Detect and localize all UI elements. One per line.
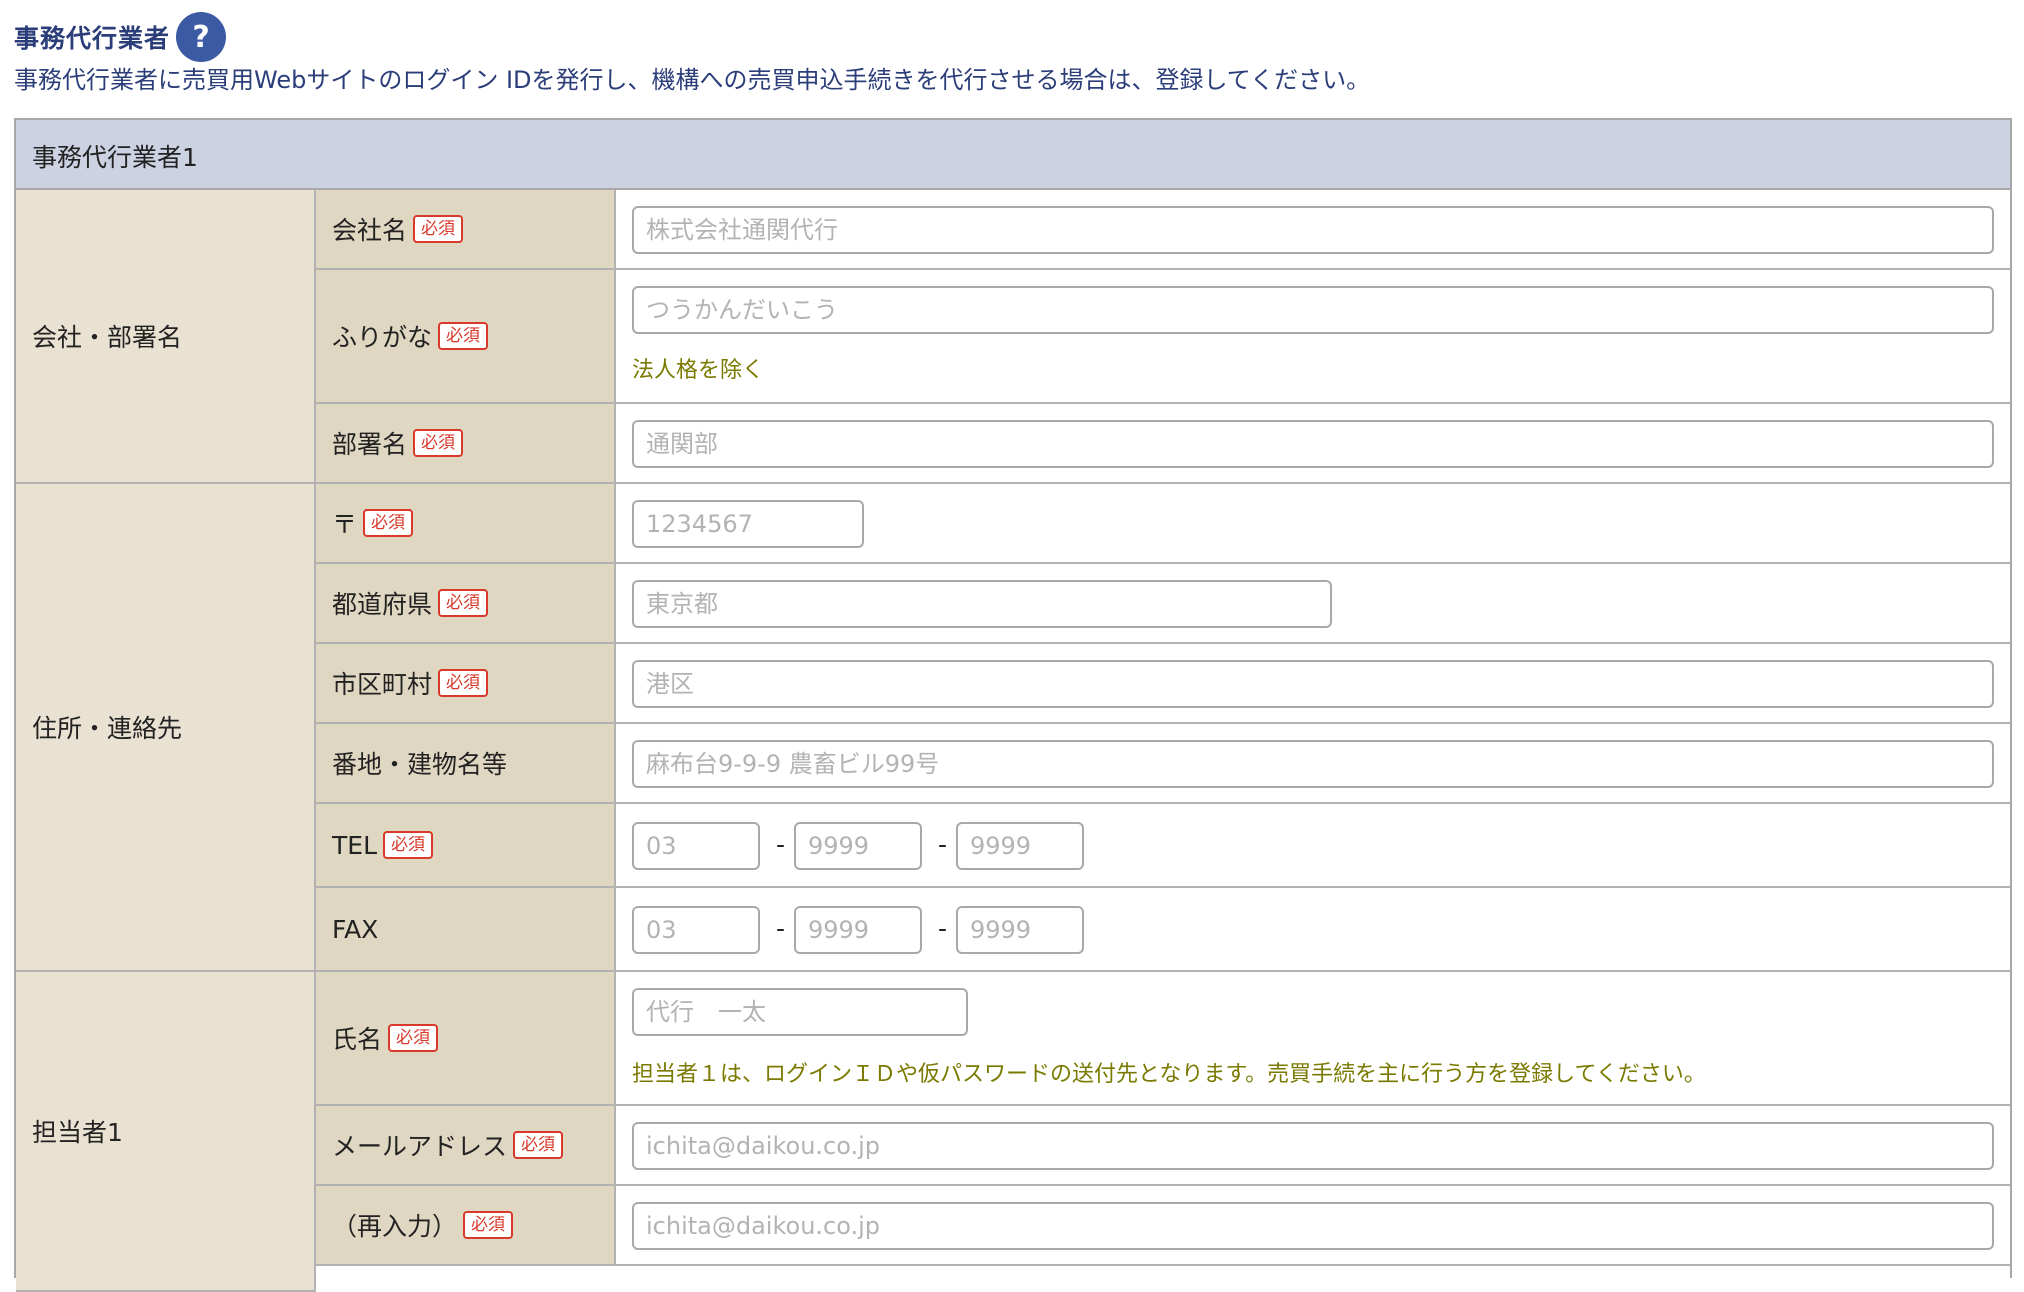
group-person-label: 担当者1 bbox=[32, 1118, 123, 1147]
tel-number-input[interactable] bbox=[956, 822, 1084, 870]
company-name-input[interactable] bbox=[632, 206, 1994, 254]
tel-separator: - bbox=[776, 830, 786, 859]
cell-prefecture bbox=[616, 564, 2010, 644]
cell-name: 担当者１は、ログインＩＤや仮パスワードの送付先となります。売買手続を主に行う方を… bbox=[616, 972, 2010, 1106]
fax-separator: - bbox=[776, 914, 786, 943]
furigana-input[interactable] bbox=[632, 286, 1994, 334]
fax-exchange-input[interactable] bbox=[794, 906, 922, 954]
label-text: メールアドレス bbox=[332, 1132, 508, 1161]
person-name-note: 担当者１は、ログインＩＤや仮パスワードの送付先となります。売買手続を主に行う方を… bbox=[632, 1062, 1706, 1087]
required-badge: 必須 bbox=[438, 322, 489, 350]
group-company: 会社・部署名 bbox=[16, 190, 316, 484]
cell-email-confirm bbox=[616, 1186, 2010, 1266]
label-name: 氏名 必須 bbox=[316, 972, 616, 1106]
group-person: 担当者1 bbox=[16, 972, 316, 1292]
label-text: 部署名 bbox=[332, 430, 408, 459]
cell-tel: - - bbox=[616, 804, 2010, 888]
tel-area-input[interactable] bbox=[632, 822, 760, 870]
required-badge: 必須 bbox=[438, 589, 489, 617]
label-text: TEL bbox=[332, 830, 377, 860]
label-text: 番地・建物名等 bbox=[332, 750, 508, 779]
required-badge: 必須 bbox=[413, 215, 464, 243]
form-header: 事務代行業者1 bbox=[16, 120, 2010, 190]
department-input[interactable] bbox=[632, 420, 1994, 468]
label-text: ふりがな bbox=[332, 323, 433, 352]
required-badge: 必須 bbox=[388, 1024, 439, 1052]
cell-email bbox=[616, 1106, 2010, 1186]
label-city: 市区町村 必須 bbox=[316, 644, 616, 724]
label-text: 〒 bbox=[332, 510, 358, 539]
label-text: 都道府県 bbox=[332, 590, 433, 619]
fax-area-input[interactable] bbox=[632, 906, 760, 954]
cell-company-name bbox=[616, 190, 2010, 270]
cell-department bbox=[616, 404, 2010, 484]
person-name-input[interactable] bbox=[632, 988, 968, 1036]
group-address-label: 住所・連絡先 bbox=[32, 714, 183, 743]
label-text: （再入力） bbox=[332, 1212, 458, 1241]
label-email-confirm: （再入力） 必須 bbox=[316, 1186, 616, 1266]
tel-separator: - bbox=[938, 830, 948, 859]
label-text: 会社名 bbox=[332, 216, 408, 245]
section-header: 事務代行業者 ? bbox=[14, 12, 227, 62]
required-badge: 必須 bbox=[383, 831, 433, 859]
section-description: 事務代行業者に売買用Webサイトのログイン IDを発行し、機構への売買申込手続き… bbox=[14, 66, 1371, 94]
required-badge: 必須 bbox=[363, 509, 414, 537]
label-street: 番地・建物名等 bbox=[316, 724, 616, 804]
required-badge: 必須 bbox=[513, 1131, 564, 1159]
cell-postal bbox=[616, 484, 2010, 564]
group-address: 住所・連絡先 bbox=[16, 484, 316, 972]
label-text: FAX bbox=[332, 914, 379, 944]
email-confirm-input[interactable] bbox=[632, 1202, 1994, 1250]
fax-number-input[interactable] bbox=[956, 906, 1084, 954]
label-postal: 〒必須 bbox=[316, 484, 616, 564]
help-icon[interactable]: ? bbox=[176, 12, 227, 62]
form-header-title: 事務代行業者1 bbox=[32, 143, 198, 172]
required-badge: 必須 bbox=[413, 429, 464, 457]
label-fax: FAX bbox=[316, 888, 616, 972]
label-text: 氏名 bbox=[332, 1025, 383, 1054]
label-prefecture: 都道府県 必須 bbox=[316, 564, 616, 644]
required-badge: 必須 bbox=[438, 669, 489, 697]
fax-separator: - bbox=[938, 914, 948, 943]
label-furigana: ふりがな 必須 bbox=[316, 270, 616, 404]
postal-code-input[interactable] bbox=[632, 500, 864, 548]
cell-street bbox=[616, 724, 2010, 804]
label-text: 市区町村 bbox=[332, 670, 433, 699]
email-input[interactable] bbox=[632, 1122, 1994, 1170]
street-address-input[interactable] bbox=[632, 740, 1994, 788]
tel-exchange-input[interactable] bbox=[794, 822, 922, 870]
section-title: 事務代行業者 bbox=[14, 24, 171, 53]
label-email: メールアドレス 必須 bbox=[316, 1106, 616, 1186]
cell-fax: - - bbox=[616, 888, 2010, 972]
group-company-label: 会社・部署名 bbox=[32, 323, 183, 352]
city-input[interactable] bbox=[632, 660, 1994, 708]
required-badge: 必須 bbox=[463, 1211, 514, 1239]
label-company-name: 会社名 必須 bbox=[316, 190, 616, 270]
agent-form: 事務代行業者1 会社・部署名 会社名必須 ふりがな必須 法人格を除く 部署名必須… bbox=[14, 118, 2012, 1292]
label-department: 部署名 必須 bbox=[316, 404, 616, 484]
prefecture-input[interactable] bbox=[632, 580, 1332, 628]
cell-city bbox=[616, 644, 2010, 724]
furigana-note: 法人格を除く bbox=[632, 358, 765, 383]
label-tel: TEL 必須 bbox=[316, 804, 616, 888]
cell-furigana: 法人格を除く bbox=[616, 270, 2010, 404]
